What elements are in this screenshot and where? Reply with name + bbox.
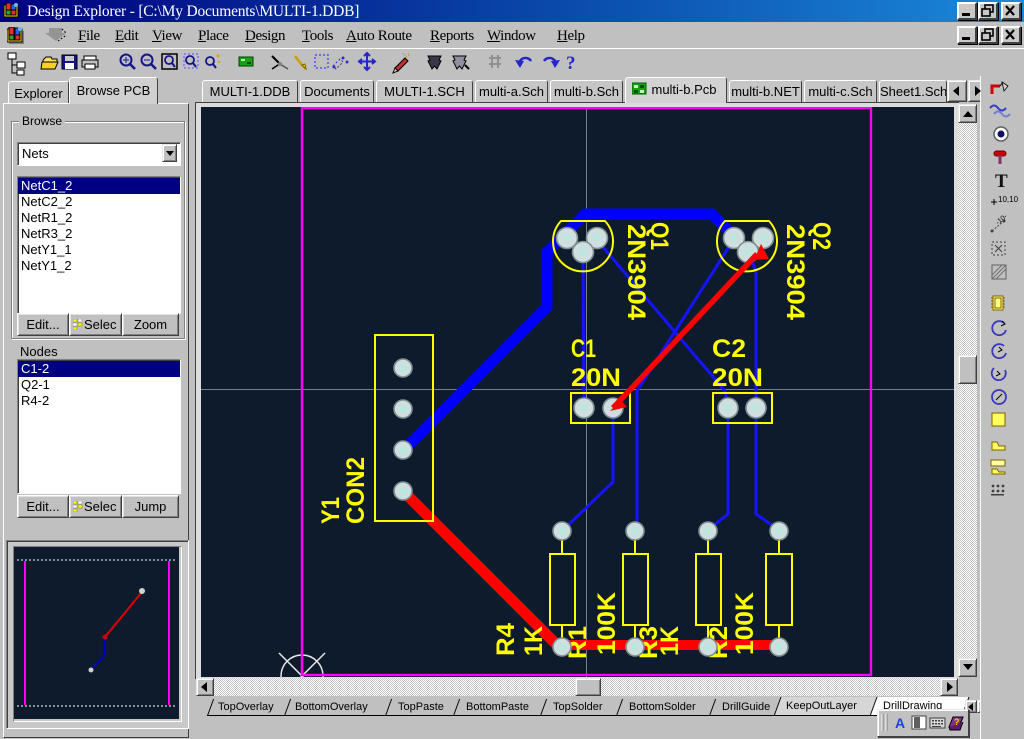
svg-text:C1: C1 — [571, 335, 596, 363]
svg-text:20N: 20N — [712, 364, 763, 392]
svg-text:C2: C2 — [712, 335, 746, 363]
svg-text:-10-: -10- — [995, 213, 1010, 227]
svg-text:100K: 100K — [731, 592, 759, 655]
svg-text:20N: 20N — [571, 364, 621, 392]
svg-text:A: A — [895, 715, 905, 731]
svg-text:100K: 100K — [593, 592, 621, 655]
svg-text:10,10: 10,10 — [998, 195, 1019, 204]
svg-text:R4: R4 — [492, 623, 520, 656]
svg-text:Q2: Q2 — [807, 222, 835, 250]
svg-text:CON2: CON2 — [342, 457, 370, 524]
svg-text:2N3904: 2N3904 — [622, 224, 650, 320]
svg-text:?: ? — [954, 717, 960, 727]
svg-text:Y1: Y1 — [317, 497, 345, 524]
svg-text:2N3904: 2N3904 — [781, 224, 809, 320]
svg-text:1K: 1K — [656, 626, 684, 656]
svg-text:?: ? — [566, 53, 576, 74]
svg-text:1K: 1K — [520, 626, 548, 656]
svg-text:T: T — [995, 171, 1008, 192]
